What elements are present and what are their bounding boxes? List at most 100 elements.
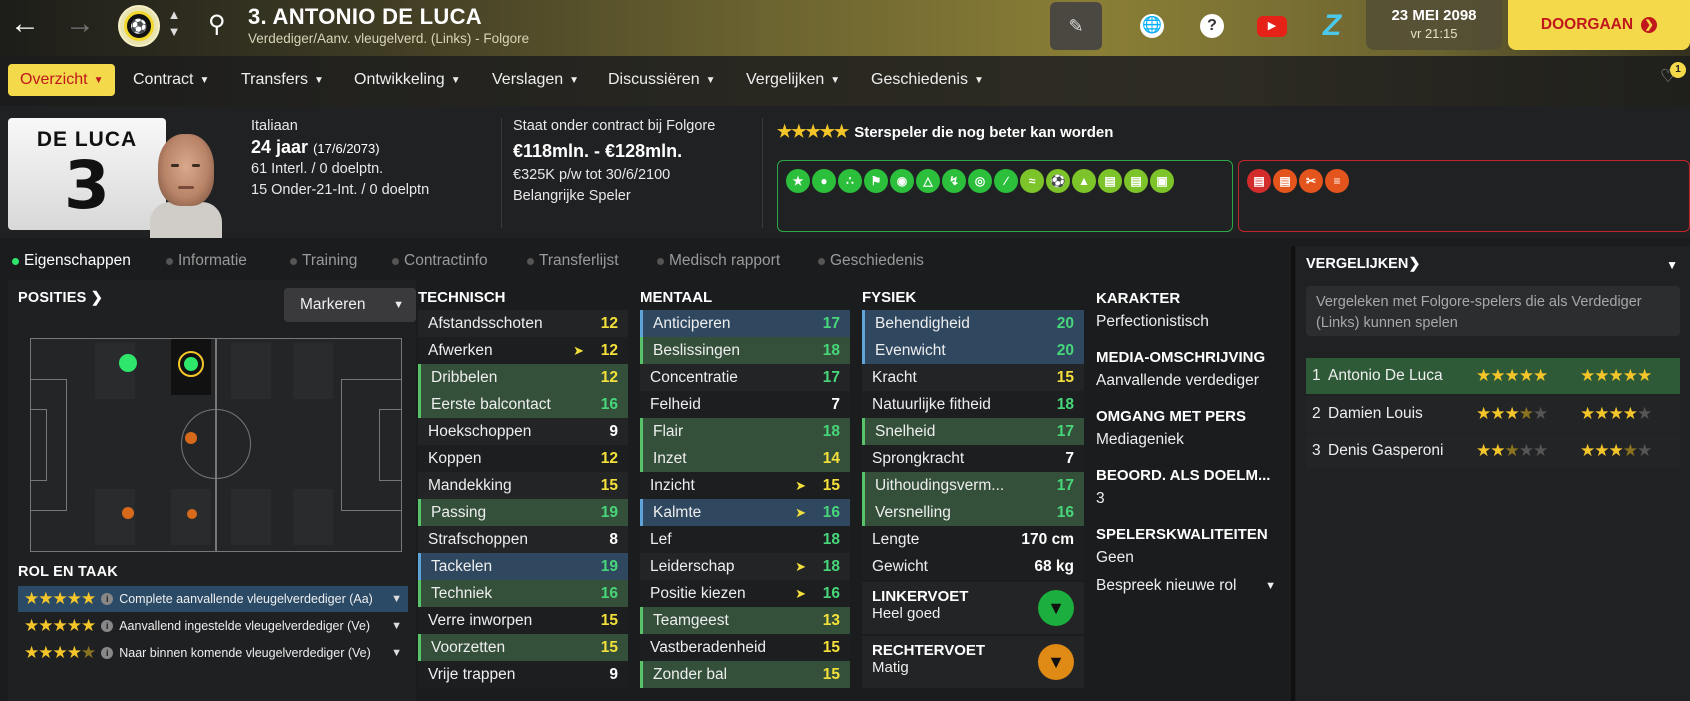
flask-trait-icon[interactable]: △	[916, 169, 940, 193]
help-icon[interactable]: ?	[1186, 2, 1238, 50]
lightning-trait-icon[interactable]: ↯	[942, 169, 966, 193]
back-arrow-icon[interactable]: ←	[8, 8, 42, 42]
ball-head-trait-icon[interactable]: ◉	[890, 169, 914, 193]
attr-row[interactable]: Techniek 16	[418, 580, 628, 607]
attr-row[interactable]: Vastberadenheid 15	[640, 634, 850, 661]
attr-row[interactable]: Koppen 12	[418, 445, 628, 472]
target-trait-icon[interactable]: ◎	[968, 169, 992, 193]
attr-row[interactable]: Tackelen 19	[418, 553, 628, 580]
attr-row[interactable]: Leiderschap ➤ 18	[640, 553, 850, 580]
info-icon[interactable]: i	[101, 620, 114, 632]
club-logo[interactable]: ⚽	[118, 5, 160, 47]
attr-row[interactable]: Felheid 7	[640, 391, 850, 418]
attr-row[interactable]: Behendigheid 20	[862, 310, 1084, 337]
subtab-medisch-rapport[interactable]: Medisch rapport	[653, 246, 780, 276]
compare-row[interactable]: 2 Damien Louis ★★★★★ ★★★★★	[1306, 396, 1680, 432]
role-row[interactable]: ★★★★★ i Naar binnen komende vleugelverde…	[18, 640, 408, 666]
player-switch-arrows[interactable]: ▲ ▼	[166, 6, 182, 46]
spring-warning-icon[interactable]: ≡	[1325, 169, 1349, 193]
tab-verslagen[interactable]: Verslagen ▼	[480, 64, 591, 96]
pitch-zone[interactable]	[293, 343, 333, 399]
subtab-training[interactable]: Training	[286, 246, 357, 276]
pitch-zone[interactable]	[231, 489, 271, 545]
tab-transfers[interactable]: Transfers ▼	[229, 64, 336, 96]
compare-title[interactable]: VERGELIJKEN❯	[1306, 256, 1421, 272]
attr-row[interactable]: Teamgeest 13	[640, 607, 850, 634]
subtab-informatie[interactable]: Informatie	[162, 246, 247, 276]
flag-trait-icon[interactable]: ⚑	[864, 169, 888, 193]
attr-row[interactable]: Verre inworpen 15	[418, 607, 628, 634]
mark-dropdown[interactable]: Markeren ▼	[284, 288, 416, 322]
attr-row[interactable]: Dribbelen 12	[418, 364, 628, 391]
attr-row[interactable]: Lef 18	[640, 526, 850, 553]
position-competent-dot[interactable]	[122, 507, 134, 519]
attr-row[interactable]: Sprongkracht 7	[862, 445, 1084, 472]
fire-trait-icon[interactable]: ▲	[1072, 169, 1096, 193]
boots-trait-icon[interactable]: ≈	[1020, 169, 1044, 193]
compare-row[interactable]: 3 Denis Gasperoni ★★★★★ ★★★★★	[1306, 433, 1680, 469]
attr-row[interactable]: Snelheid 17	[862, 418, 1084, 445]
pen-trait-icon[interactable]: ∕	[994, 169, 1018, 193]
attr-row[interactable]: Mandekking 15	[418, 472, 628, 499]
money-trait-icon[interactable]: ▣	[1150, 169, 1174, 193]
forward-arrow-icon[interactable]: →	[63, 8, 97, 42]
position-natural-dot[interactable]	[119, 354, 137, 372]
attr-row[interactable]: Uithoudingsverm... 17	[862, 472, 1084, 499]
chevron-down-icon[interactable]: ▼	[391, 647, 402, 659]
position-selected-ring[interactable]	[178, 351, 204, 377]
edit-pencil-icon[interactable]: ✎	[1050, 2, 1102, 50]
attr-row[interactable]: Inzicht ➤ 15	[640, 472, 850, 499]
attr-row[interactable]: Beslissingen 18	[640, 337, 850, 364]
tab-overzicht[interactable]: Overzicht ▼	[8, 64, 116, 96]
subtab-eigenschappen[interactable]: Eigenschappen	[8, 246, 131, 276]
attr-row[interactable]: Concentratie 17	[640, 364, 850, 391]
role-row[interactable]: ★★★★★ i Complete aanvallende vleugelverd…	[18, 586, 408, 612]
attr-row[interactable]: Hoekschoppen 9	[418, 418, 628, 445]
attr-row[interactable]: Natuurlijke fitheid 18	[862, 391, 1084, 418]
discuss-role-dropdown[interactable]: Bespreek nieuwe rol ▼	[1096, 577, 1276, 595]
attr-row[interactable]: Passing 19	[418, 499, 628, 526]
continue-button[interactable]: DOORGAAN ❯	[1508, 0, 1690, 50]
document-warning-icon[interactable]: ▤	[1273, 169, 1297, 193]
position-competent-dot[interactable]	[187, 509, 197, 519]
ball-trait-icon[interactable]: ⚽	[1046, 169, 1070, 193]
attr-row[interactable]: Inzet 14	[640, 445, 850, 472]
z-logo-icon[interactable]: Z	[1306, 2, 1358, 50]
card-trait-icon[interactable]: ▤	[1098, 169, 1122, 193]
search-icon[interactable]: ⚲	[208, 10, 226, 39]
subtab-transferlijst[interactable]: Transferlijst	[523, 246, 619, 276]
attr-row[interactable]: Afwerken ➤ 12	[418, 337, 628, 364]
attr-row[interactable]: Positie kiezen ➤ 16	[640, 580, 850, 607]
scrollbar[interactable]	[1291, 246, 1295, 701]
youtube-icon[interactable]: ▶	[1246, 2, 1298, 50]
attr-row[interactable]: Evenwicht 20	[862, 337, 1084, 364]
compare-row[interactable]: 1 Antonio De Luca ★★★★★ ★★★★★	[1306, 358, 1680, 394]
subtab-contractinfo[interactable]: Contractinfo	[388, 246, 488, 276]
attr-row[interactable]: Vrije trappen 9	[418, 661, 628, 688]
attr-row[interactable]: Flair 18	[640, 418, 850, 445]
tab-ontwikkeling[interactable]: Ontwikkeling ▼	[342, 64, 473, 96]
tab-geschiedenis[interactable]: Geschiedenis ▼	[859, 64, 996, 96]
document-trait-icon[interactable]: ▤	[1124, 169, 1148, 193]
tab-vergelijken[interactable]: Vergelijken ▼	[734, 64, 852, 96]
star-trait-icon[interactable]: ★	[786, 169, 810, 193]
info-icon[interactable]: i	[101, 593, 114, 605]
attr-row[interactable]: Strafschoppen 8	[418, 526, 628, 553]
attr-row[interactable]: Versnelling 16	[862, 499, 1084, 526]
tab-discussieren[interactable]: Discussiëren ▼	[596, 64, 728, 96]
attr-row[interactable]: Voorzetten 15	[418, 634, 628, 661]
game-date[interactable]: 23 MEI 2098 vr 21:15	[1366, 0, 1502, 50]
attr-row[interactable]: Eerste balcontact 16	[418, 391, 628, 418]
position-competent-dot[interactable]	[185, 432, 197, 444]
brain-trait-icon[interactable]: ●	[812, 169, 836, 193]
dribble-trait-icon[interactable]: ∴	[838, 169, 862, 193]
pitch-zone[interactable]	[293, 489, 333, 545]
chevron-down-icon[interactable]: ▼	[391, 593, 402, 605]
chevron-down-icon[interactable]: ▼	[391, 620, 402, 632]
positions-title[interactable]: POSITIES ❯	[18, 290, 103, 306]
attr-row[interactable]: Zonder bal 15	[640, 661, 850, 688]
pitch-zone[interactable]	[231, 343, 271, 399]
scissors-warning-icon[interactable]: ✂	[1299, 169, 1323, 193]
info-icon[interactable]: i	[101, 647, 114, 659]
card-warning-icon[interactable]: ▤	[1247, 169, 1271, 193]
